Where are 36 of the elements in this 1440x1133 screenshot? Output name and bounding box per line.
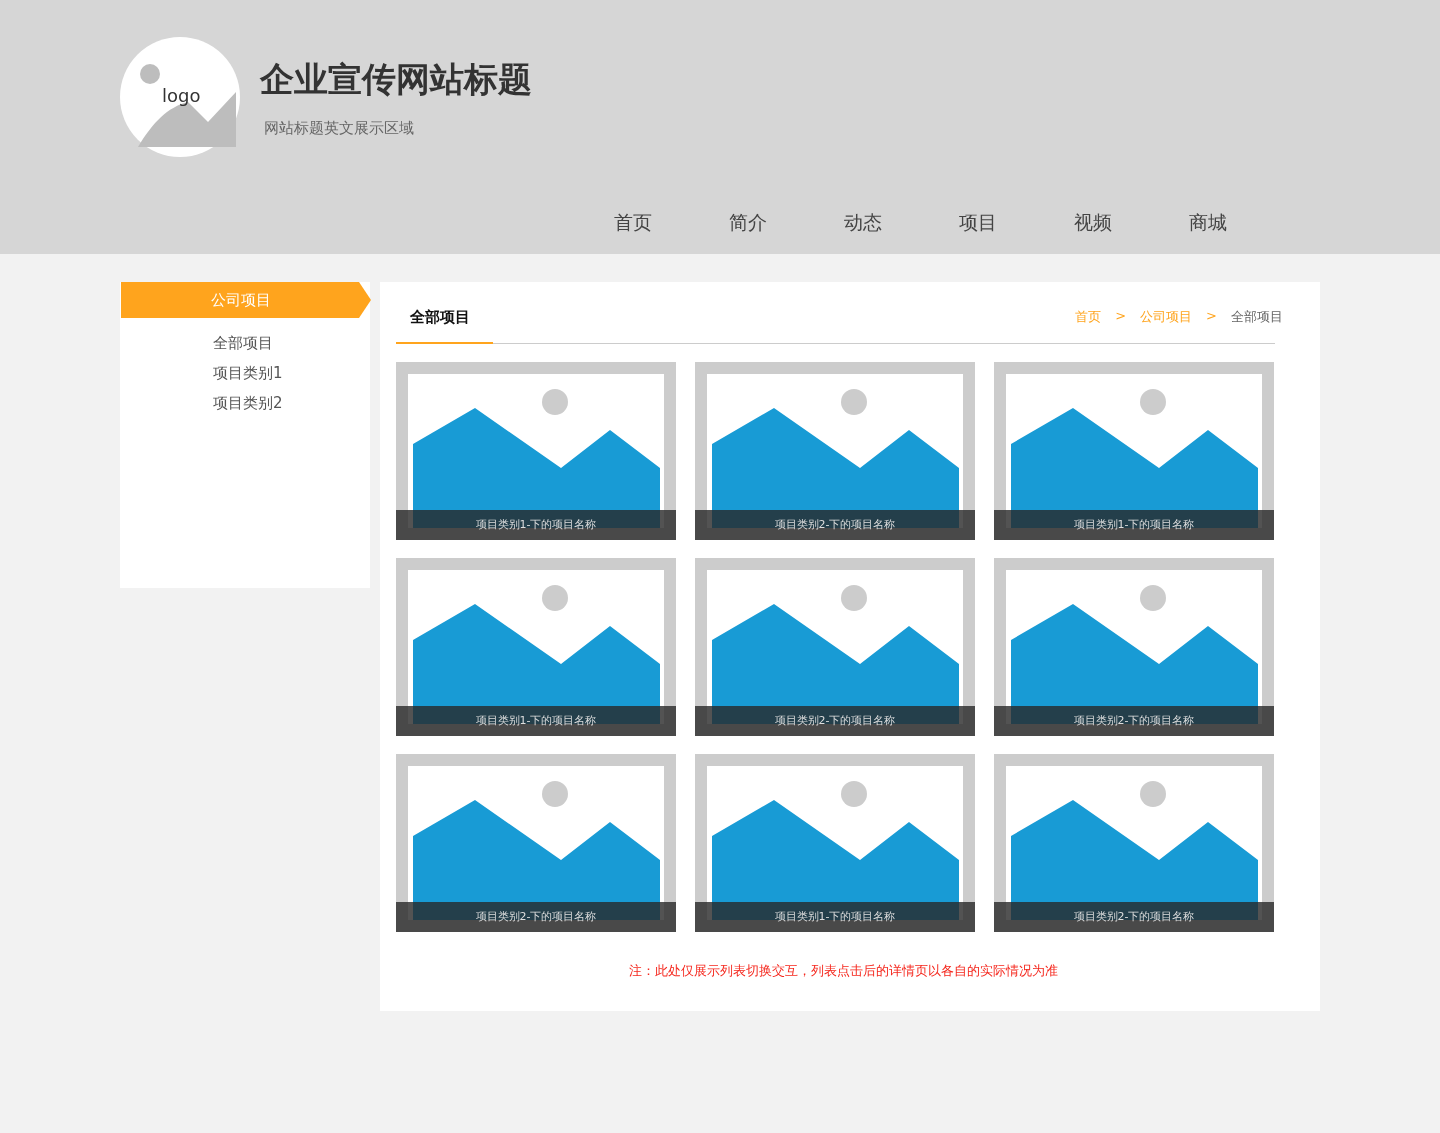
card-caption: 项目类别2-下的项目名称 <box>396 902 676 932</box>
nav-link[interactable]: 项目 <box>920 210 1035 236</box>
nav-link[interactable]: 视频 <box>1035 210 1150 236</box>
project-card[interactable]: 项目类别1-下的项目名称 <box>396 362 676 540</box>
note-text: 注：此处仅展示列表切换交互，列表点击后的详情页以各自的实际情况为准 <box>628 962 1059 980</box>
nav-link[interactable]: 动态 <box>805 210 920 236</box>
sidebar-item[interactable]: 项目类别1 <box>213 362 370 384</box>
card-caption: 项目类别2-下的项目名称 <box>695 510 975 540</box>
site-subtitle: 网站标题英文展示区域 <box>264 119 415 138</box>
nav-link[interactable]: 简介 <box>690 210 805 236</box>
card-caption: 项目类别2-下的项目名称 <box>994 902 1274 932</box>
sidebar-item[interactable]: 全部项目 <box>213 332 370 354</box>
card-caption: 项目类别1-下的项目名称 <box>396 510 676 540</box>
nav-link[interactable]: 首页 <box>575 210 690 236</box>
project-card[interactable]: 项目类别2-下的项目名称 <box>994 558 1274 736</box>
project-card[interactable]: 项目类别2-下的项目名称 <box>396 754 676 932</box>
nav-link[interactable]: 商城 <box>1150 210 1265 236</box>
project-card[interactable]: 项目类别1-下的项目名称 <box>396 558 676 736</box>
project-card[interactable]: 项目类别1-下的项目名称 <box>994 362 1274 540</box>
project-card[interactable]: 项目类别2-下的项目名称 <box>994 754 1274 932</box>
logo-text: logo <box>162 85 201 106</box>
card-caption: 项目类别1-下的项目名称 <box>695 902 975 932</box>
breadcrumb-separator: > <box>1206 308 1217 325</box>
breadcrumb-current: 全部项目 <box>1231 308 1283 326</box>
project-card[interactable]: 项目类别2-下的项目名称 <box>695 362 975 540</box>
sidebar-heading: 公司项目 <box>121 282 371 318</box>
breadcrumb-separator: > <box>1115 308 1127 325</box>
project-card[interactable]: 项目类别1-下的项目名称 <box>695 754 975 932</box>
sidebar-item[interactable]: 项目类别2 <box>213 392 370 414</box>
project-card[interactable]: 项目类别2-下的项目名称 <box>695 558 975 736</box>
tab[interactable]: 全部项目 <box>396 308 493 344</box>
card-caption: 项目类别2-下的项目名称 <box>695 706 975 736</box>
card-caption: 项目类别1-下的项目名称 <box>994 510 1274 540</box>
card-caption: 项目类别2-下的项目名称 <box>994 706 1274 736</box>
site-title: 企业宣传网站标题 <box>260 58 532 101</box>
card-caption: 项目类别1-下的项目名称 <box>396 706 676 736</box>
